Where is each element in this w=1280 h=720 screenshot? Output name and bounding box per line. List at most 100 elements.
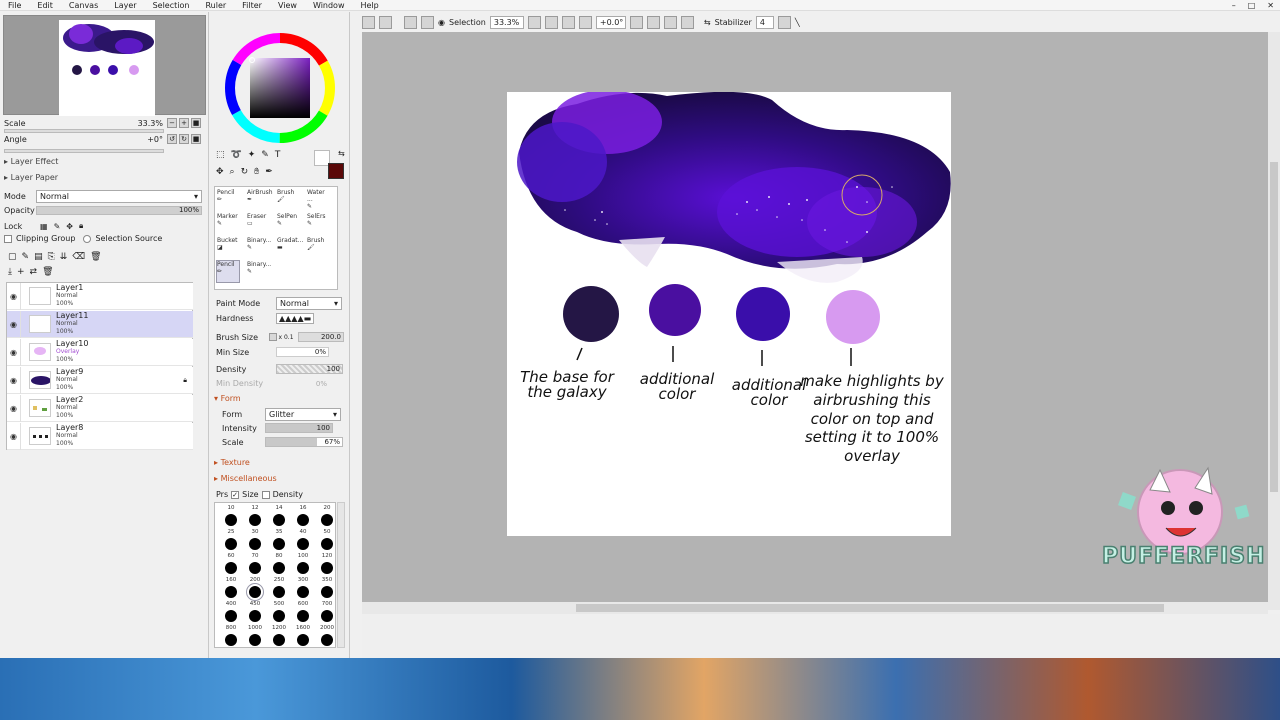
rotation-dropdown[interactable]: [629, 15, 643, 29]
brush-size-preset[interactable]: [249, 538, 261, 550]
layer-row[interactable]: ◉ Layer11 Normal 100%: [7, 310, 193, 338]
brush-size-preset[interactable]: [249, 610, 261, 622]
layer-effect-section[interactable]: ▸ Layer Effect: [4, 157, 58, 166]
brush-size-preset[interactable]: [225, 562, 237, 574]
angle-slider[interactable]: [4, 149, 164, 153]
color-wheel[interactable]: [224, 32, 336, 144]
rotation-field[interactable]: +0.0°: [595, 15, 626, 29]
horizontal-scroll-thumb[interactable]: [576, 604, 1164, 612]
new-layer-icon[interactable]: ▢: [8, 252, 17, 262]
invert-selection-button[interactable]: [421, 15, 434, 29]
rotate-cw-button[interactable]: [663, 15, 677, 29]
tool-brush-2[interactable]: Brush 🖌︎: [306, 236, 330, 259]
texture-section[interactable]: ▸ Texture: [214, 458, 250, 467]
intensity-slider[interactable]: 100: [265, 423, 333, 433]
form-scale-slider[interactable]: 67%: [265, 437, 343, 447]
tool-brush[interactable]: Brush 🖌︎: [276, 188, 300, 211]
transfer-icon[interactable]: ⇄: [30, 267, 38, 277]
tool-gradation[interactable]: Gradat... ▬: [276, 236, 303, 259]
selection-label[interactable]: Selection: [449, 18, 486, 27]
lock-all-icon[interactable]: 🔒︎: [79, 221, 83, 231]
brush-size-preset[interactable]: [297, 634, 309, 646]
hand-icon[interactable]: ✋︎: [254, 167, 259, 177]
zoom-icon[interactable]: ⌕: [230, 167, 235, 177]
mode-select[interactable]: Normal ▾: [36, 190, 202, 203]
size-checkbox[interactable]: ✓: [231, 490, 240, 499]
zoom-fit-button[interactable]: [578, 15, 592, 29]
new-folder-icon[interactable]: ▤: [34, 252, 43, 262]
brush-size-preset[interactable]: [297, 586, 309, 598]
rotate-reset-button[interactable]: ■: [191, 134, 201, 144]
layer-row[interactable]: ◉ Layer1 Normal 100%: [7, 282, 193, 310]
brush-size-preset[interactable]: [321, 538, 333, 550]
vertical-scrollbar[interactable]: [1268, 32, 1280, 610]
zoom-field[interactable]: 33.3%: [489, 15, 524, 29]
brush-size-preset[interactable]: [273, 562, 285, 574]
brush-size-preset[interactable]: [321, 586, 333, 598]
canvas-paper[interactable]: The base for the galaxy additional color…: [507, 92, 951, 536]
add-icon[interactable]: +: [17, 267, 25, 277]
brush-size-preset[interactable]: [321, 610, 333, 622]
tool-eraser[interactable]: Eraser ▭: [246, 212, 270, 235]
rotate-ccw-button[interactable]: [646, 15, 660, 29]
menu-view[interactable]: View: [270, 0, 305, 11]
text-icon[interactable]: T: [275, 150, 281, 160]
tool-pencil-2[interactable]: Pencil ✏: [216, 260, 240, 283]
lock-move-icon[interactable]: ✥: [66, 222, 73, 231]
paint-mode-select[interactable]: Normal ▾: [276, 297, 342, 310]
close-button[interactable]: ✕: [1267, 0, 1274, 11]
brush-size-mult-toggle[interactable]: [268, 333, 277, 341]
form-select[interactable]: Glitter ▾: [265, 408, 341, 421]
swap-colors-icon[interactable]: ⇆: [338, 149, 345, 158]
selection-source-checkbox[interactable]: [83, 234, 92, 243]
eye-icon[interactable]: ◉: [7, 282, 21, 310]
menu-ruler[interactable]: Ruler: [197, 0, 234, 11]
move-down-icon[interactable]: ⤓: [8, 267, 12, 277]
menu-filter[interactable]: Filter: [234, 0, 270, 11]
stabilizer-field[interactable]: 4: [755, 15, 774, 29]
tool-airbrush[interactable]: AirBrush ✒: [246, 188, 273, 211]
brush-grid-scrollbar[interactable]: [337, 502, 345, 648]
zoom-in-button[interactable]: +: [179, 118, 189, 128]
menu-help[interactable]: Help: [353, 0, 387, 11]
lock-transparency-icon[interactable]: ▦: [40, 222, 48, 231]
delete-layer-icon[interactable]: 🗑︎: [90, 252, 101, 262]
brush-size-preset[interactable]: [321, 514, 333, 526]
brush-size-value[interactable]: 200.0: [298, 332, 344, 342]
lasso-icon[interactable]: ➰: [231, 150, 242, 160]
density-slider[interactable]: 100: [276, 364, 343, 374]
tool-binary-2[interactable]: Binary... ✎: [246, 260, 271, 283]
layer-row[interactable]: ◉ Layer9 Normal 100% 🔒︎: [7, 366, 193, 394]
flip-icon[interactable]: ⇆: [704, 18, 711, 27]
merge-down-icon[interactable]: ⇊: [60, 252, 68, 262]
rotate-reset-button[interactable]: [680, 15, 694, 29]
eye-icon[interactable]: ◉: [7, 366, 21, 394]
menu-layer[interactable]: Layer: [106, 0, 144, 11]
tool-marker[interactable]: Marker ✎: [216, 212, 240, 235]
minimize-button[interactable]: –: [1232, 0, 1236, 11]
tool-selers[interactable]: SelErs ✎: [306, 212, 330, 235]
layer-row[interactable]: ◉ Layer2 Normal 100%: [7, 394, 193, 422]
deselect-button[interactable]: [404, 15, 417, 29]
rect-select-icon[interactable]: ⬚: [216, 150, 225, 160]
new-vector-layer-icon[interactable]: ✎: [22, 252, 30, 262]
density-checkbox[interactable]: [261, 490, 270, 499]
tool-pencil[interactable]: Pencil ✏: [216, 188, 240, 211]
maximize-button[interactable]: □: [1248, 0, 1256, 11]
brush-size-preset[interactable]: [297, 538, 309, 550]
clipping-group-checkbox[interactable]: [4, 234, 12, 243]
vertical-scroll-thumb[interactable]: [1270, 162, 1278, 492]
tool-bucket[interactable]: Bucket ◪: [216, 236, 240, 259]
rotate-left-button[interactable]: ↺: [167, 134, 177, 144]
brush-size-preset[interactable]: [297, 514, 309, 526]
layer-row[interactable]: ◉ Layer8 Normal 100%: [7, 422, 193, 450]
zoom-dropdown[interactable]: [527, 15, 541, 29]
eye-icon[interactable]: ◉: [7, 394, 21, 422]
brush-size-preset[interactable]: [225, 538, 237, 550]
layer-paper-section[interactable]: ▸ Layer Paper: [4, 173, 58, 182]
trash-icon[interactable]: 🗑︎: [42, 267, 53, 277]
form-section[interactable]: ▾ Form: [214, 394, 241, 403]
copy-layer-icon[interactable]: ⎘: [48, 252, 55, 262]
rotate-icon[interactable]: ↻: [241, 167, 249, 177]
eyedropper-icon[interactable]: ✒: [265, 167, 273, 177]
